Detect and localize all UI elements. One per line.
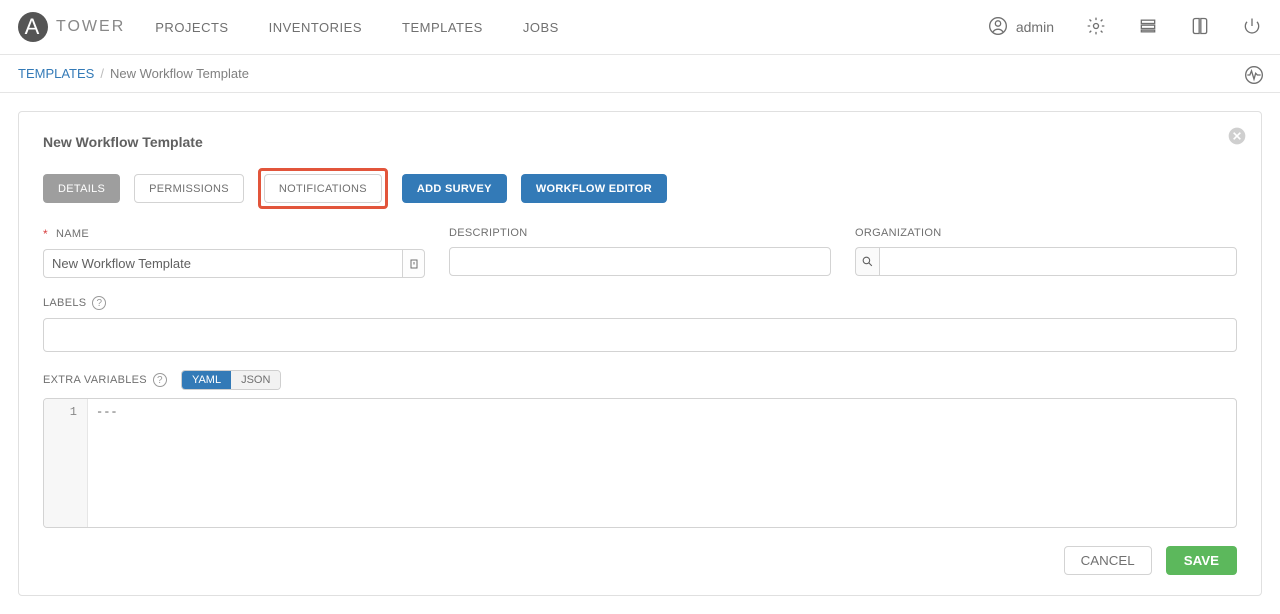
tab-details[interactable]: DETAILS — [43, 174, 120, 203]
extra-vars-help-icon[interactable]: ? — [153, 373, 167, 387]
labels-label: LABELS ? — [43, 296, 1237, 310]
workflow-template-panel: New Workflow Template DETAILS PERMISSION… — [18, 111, 1262, 596]
organization-label: ORGANIZATION — [855, 227, 1237, 239]
tab-notifications[interactable]: NOTIFICATIONS — [264, 174, 382, 203]
settings-icon[interactable] — [1086, 16, 1106, 39]
toggle-yaml[interactable]: YAML — [182, 371, 231, 389]
top-nav-links: PROJECTS INVENTORIES TEMPLATES JOBS — [155, 20, 559, 35]
save-button[interactable]: SAVE — [1166, 546, 1237, 575]
current-user-name: admin — [1016, 19, 1054, 35]
current-user[interactable]: admin — [988, 16, 1054, 39]
docs-icon[interactable] — [1190, 16, 1210, 39]
top-nav: A TOWER PROJECTS INVENTORIES TEMPLATES J… — [0, 0, 1280, 55]
breadcrumb-sep: / — [100, 66, 104, 81]
add-survey-button[interactable]: ADD SURVEY — [402, 174, 507, 203]
toggle-json[interactable]: JSON — [231, 371, 280, 389]
breadcrumb: TEMPLATES / New Workflow Template — [0, 55, 1280, 93]
panel-title: New Workflow Template — [43, 134, 1237, 150]
organization-lookup-button[interactable] — [855, 247, 879, 276]
form-footer: CANCEL SAVE — [43, 546, 1237, 575]
nav-projects[interactable]: PROJECTS — [155, 20, 228, 35]
tabs-row: DETAILS PERMISSIONS NOTIFICATIONS ADD SU… — [43, 168, 1237, 209]
labels-help-icon[interactable]: ? — [92, 296, 106, 310]
nav-inventories[interactable]: INVENTORIES — [269, 20, 362, 35]
form-row-1: *NAME DESCRIPTION ORGANIZATION — [43, 227, 1237, 278]
editor-gutter: 1 — [44, 399, 88, 527]
organization-input[interactable] — [879, 247, 1237, 276]
name-field-col: *NAME — [43, 227, 425, 278]
description-label: DESCRIPTION — [449, 227, 831, 239]
labels-input[interactable] — [43, 318, 1237, 352]
organization-input-group — [855, 247, 1237, 276]
breadcrumb-current: New Workflow Template — [110, 66, 249, 81]
description-field-col: DESCRIPTION — [449, 227, 831, 278]
close-icon[interactable] — [1227, 126, 1245, 144]
nav-templates[interactable]: TEMPLATES — [402, 20, 483, 35]
name-revert-button[interactable] — [402, 249, 425, 278]
extra-vars-editor[interactable]: 1 --- — [43, 398, 1237, 528]
brand-logo: A TOWER — [18, 12, 125, 42]
editor-content[interactable]: --- — [88, 399, 1236, 527]
name-label: *NAME — [43, 227, 425, 241]
breadcrumb-templates-link[interactable]: TEMPLATES — [18, 66, 94, 81]
cancel-button[interactable]: CANCEL — [1064, 546, 1152, 575]
organization-field-col: ORGANIZATION — [855, 227, 1237, 278]
brand-logo-icon: A — [18, 12, 48, 42]
tab-permissions[interactable]: PERMISSIONS — [134, 174, 244, 203]
power-icon[interactable] — [1242, 16, 1262, 39]
name-input-group — [43, 249, 425, 278]
workflow-editor-button[interactable]: WORKFLOW EDITOR — [521, 174, 667, 203]
tab-notifications-highlight: NOTIFICATIONS — [258, 168, 388, 209]
user-icon — [988, 16, 1008, 39]
top-nav-right: admin — [988, 16, 1262, 39]
extra-vars-header: EXTRA VARIABLES ? YAML JSON — [43, 370, 1237, 390]
inventory-icon[interactable] — [1138, 16, 1158, 39]
nav-jobs[interactable]: JOBS — [523, 20, 559, 35]
activity-stream-icon[interactable] — [1244, 65, 1262, 83]
name-input[interactable] — [43, 249, 402, 278]
brand-logo-text: TOWER — [56, 18, 125, 36]
extra-vars-label: EXTRA VARIABLES ? — [43, 373, 167, 387]
description-input[interactable] — [449, 247, 831, 276]
extra-vars-format-toggle: YAML JSON — [181, 370, 281, 390]
